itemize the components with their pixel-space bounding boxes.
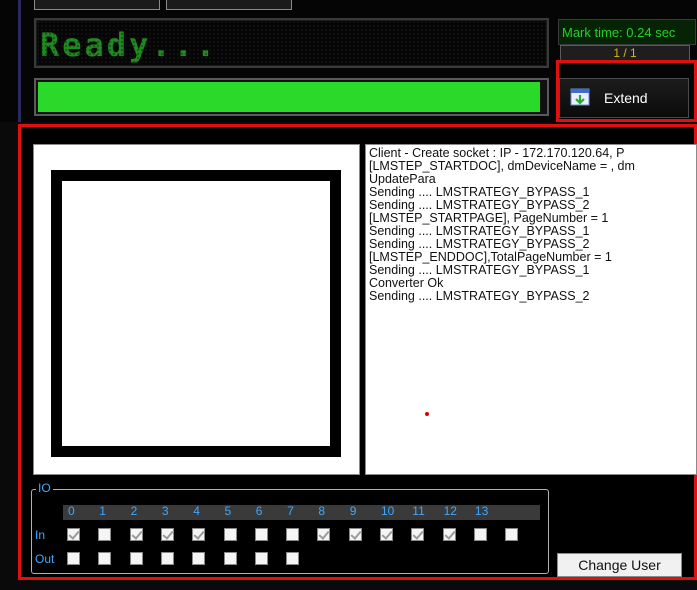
io-out-checkbox[interactable] — [98, 552, 112, 565]
io-number-label: 2 — [130, 504, 138, 518]
io-in-checkbox[interactable] — [317, 528, 331, 541]
mark-time-readout: Mark time: 0.24 sec — [558, 19, 696, 45]
log-line: Sending .... LMSTRATEGY_BYPASS_2 — [369, 289, 590, 303]
page-counter: 1 / 1 — [560, 45, 690, 61]
io-number-label: 0 — [68, 504, 75, 518]
io-number-label: 1 — [99, 504, 106, 518]
progress-fill — [38, 82, 540, 112]
io-out-checkbox[interactable] — [223, 552, 237, 565]
frame-border — [18, 0, 21, 122]
io-in-checkbox[interactable] — [473, 528, 487, 541]
io-in-checkbox[interactable] — [505, 528, 519, 541]
in-row-label: In — [35, 528, 46, 542]
io-in-checkbox[interactable] — [286, 528, 300, 541]
io-in-checkbox[interactable] — [160, 528, 174, 541]
extend-highlight-box — [556, 60, 697, 122]
top-tab-right[interactable] — [166, 0, 292, 10]
io-number-label: 12 — [443, 504, 457, 518]
io-out-checkbox[interactable] — [129, 552, 143, 565]
change-user-button[interactable]: Change User — [557, 553, 682, 577]
status-display: Ready... — [34, 18, 549, 68]
io-legend: IO — [36, 481, 53, 495]
io-in-checkbox[interactable] — [98, 528, 112, 541]
io-in-checkbox[interactable] — [411, 528, 425, 541]
progress-bar — [34, 78, 549, 116]
io-in-checkbox[interactable] — [223, 528, 237, 541]
io-number-label: 7 — [287, 504, 294, 518]
io-in-checkbox[interactable] — [348, 528, 362, 541]
io-in-checkbox[interactable] — [129, 528, 143, 541]
log-panel[interactable]: Client - Create socket : IP - 172.170.12… — [365, 144, 697, 475]
io-number-label: 5 — [224, 504, 232, 518]
io-in-checkbox[interactable] — [442, 528, 456, 541]
io-number-label: 3 — [161, 504, 169, 518]
top-tab-left[interactable] — [34, 0, 160, 10]
io-out-checkbox[interactable] — [160, 552, 174, 565]
io-out-checkbox[interactable] — [254, 552, 268, 565]
io-number-label: 13 — [474, 504, 489, 518]
io-in-checkbox[interactable] — [254, 528, 268, 541]
preview-page-outline — [51, 170, 341, 457]
io-number-label: 8 — [318, 504, 326, 518]
io-number-label: 11 — [412, 504, 425, 518]
cursor-dot — [425, 412, 429, 416]
io-in-checkbox[interactable] — [380, 528, 393, 541]
io-in-checkbox[interactable] — [67, 528, 80, 541]
io-number-label: 9 — [349, 504, 357, 518]
io-out-checkbox[interactable] — [286, 552, 300, 565]
io-in-checkbox[interactable] — [192, 528, 206, 541]
io-out-checkbox[interactable] — [192, 552, 206, 565]
status-text: Ready... — [40, 26, 219, 64]
io-number-label: 4 — [193, 504, 200, 518]
print-preview — [33, 144, 360, 475]
io-out-checkbox[interactable] — [67, 552, 80, 565]
out-row-label: Out — [35, 552, 55, 566]
io-number-label: 6 — [255, 504, 263, 518]
io-number-label: 10 — [381, 504, 395, 518]
